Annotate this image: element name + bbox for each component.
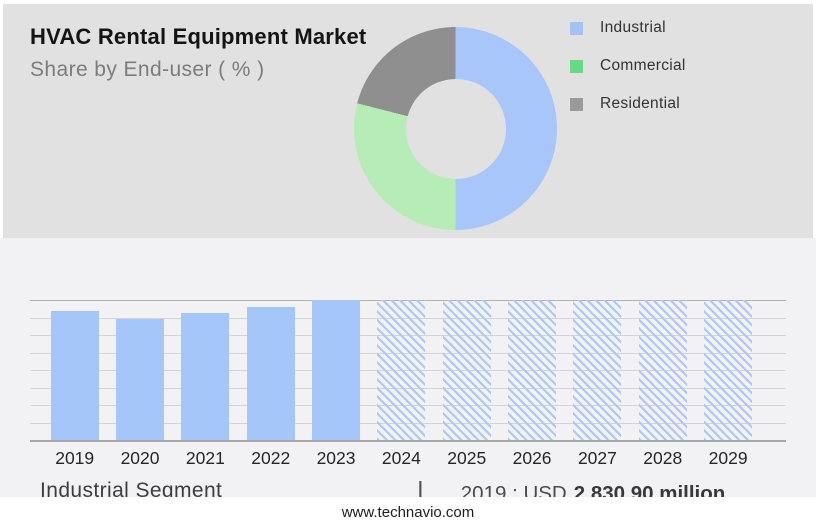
legend-label: Residential <box>600 95 680 113</box>
x-axis-label-2019: 2019 <box>43 448 107 469</box>
legend-swatch-icon <box>570 98 583 111</box>
bar-forecast-2024 <box>377 300 425 440</box>
bar-2022 <box>247 307 295 440</box>
legend-label: Commercial <box>600 57 686 75</box>
bar-chart-section: 2019202020212022202320242025202620272028… <box>0 238 816 497</box>
donut-hole <box>406 79 506 179</box>
x-axis-label-2024: 2024 <box>369 448 433 469</box>
bar-forecast-2026 <box>508 300 556 440</box>
bar-forecast-2028 <box>639 300 687 440</box>
legend-item-residential: Residential <box>570 95 686 113</box>
legend-label: Industrial <box>600 19 666 37</box>
summary-panel: HVAC Rental Equipment Market Share by En… <box>3 4 813 238</box>
page-subtitle: Share by End-user ( % ) <box>30 58 264 82</box>
x-axis-label-2020: 2020 <box>108 448 172 469</box>
x-axis-label-2027: 2027 <box>565 448 629 469</box>
bar-forecast-2027 <box>573 300 621 440</box>
x-axis-label-2022: 2022 <box>239 448 303 469</box>
page-title: HVAC Rental Equipment Market <box>30 24 366 50</box>
legend-item-commercial: Commercial <box>570 57 686 75</box>
donut-legend: Industrial Commercial Residential <box>570 19 686 133</box>
bar-2019 <box>51 311 99 440</box>
x-axis-label-2021: 2021 <box>173 448 237 469</box>
bar-2023 <box>312 300 360 440</box>
x-axis-label-2026: 2026 <box>500 448 564 469</box>
x-axis-label-2023: 2023 <box>304 448 368 469</box>
x-axis-label-2025: 2025 <box>435 448 499 469</box>
legend-swatch-icon <box>570 60 583 73</box>
x-axis-line <box>30 440 786 442</box>
bar-forecast-2029 <box>704 300 752 440</box>
x-axis-label-2029: 2029 <box>696 448 760 469</box>
bar-2021 <box>181 313 229 440</box>
legend-swatch-icon <box>570 22 583 35</box>
x-axis-label-2028: 2028 <box>631 448 695 469</box>
donut-chart <box>354 27 557 230</box>
bar-chart-plot: 2019202020212022202320242025202620272028… <box>30 300 786 440</box>
bar-2020 <box>116 319 164 440</box>
bar-forecast-2025 <box>443 300 491 440</box>
legend-item-industrial: Industrial <box>570 19 686 37</box>
footer-url: www.technavio.com <box>342 504 475 521</box>
footer: www.technavio.com <box>0 497 816 528</box>
